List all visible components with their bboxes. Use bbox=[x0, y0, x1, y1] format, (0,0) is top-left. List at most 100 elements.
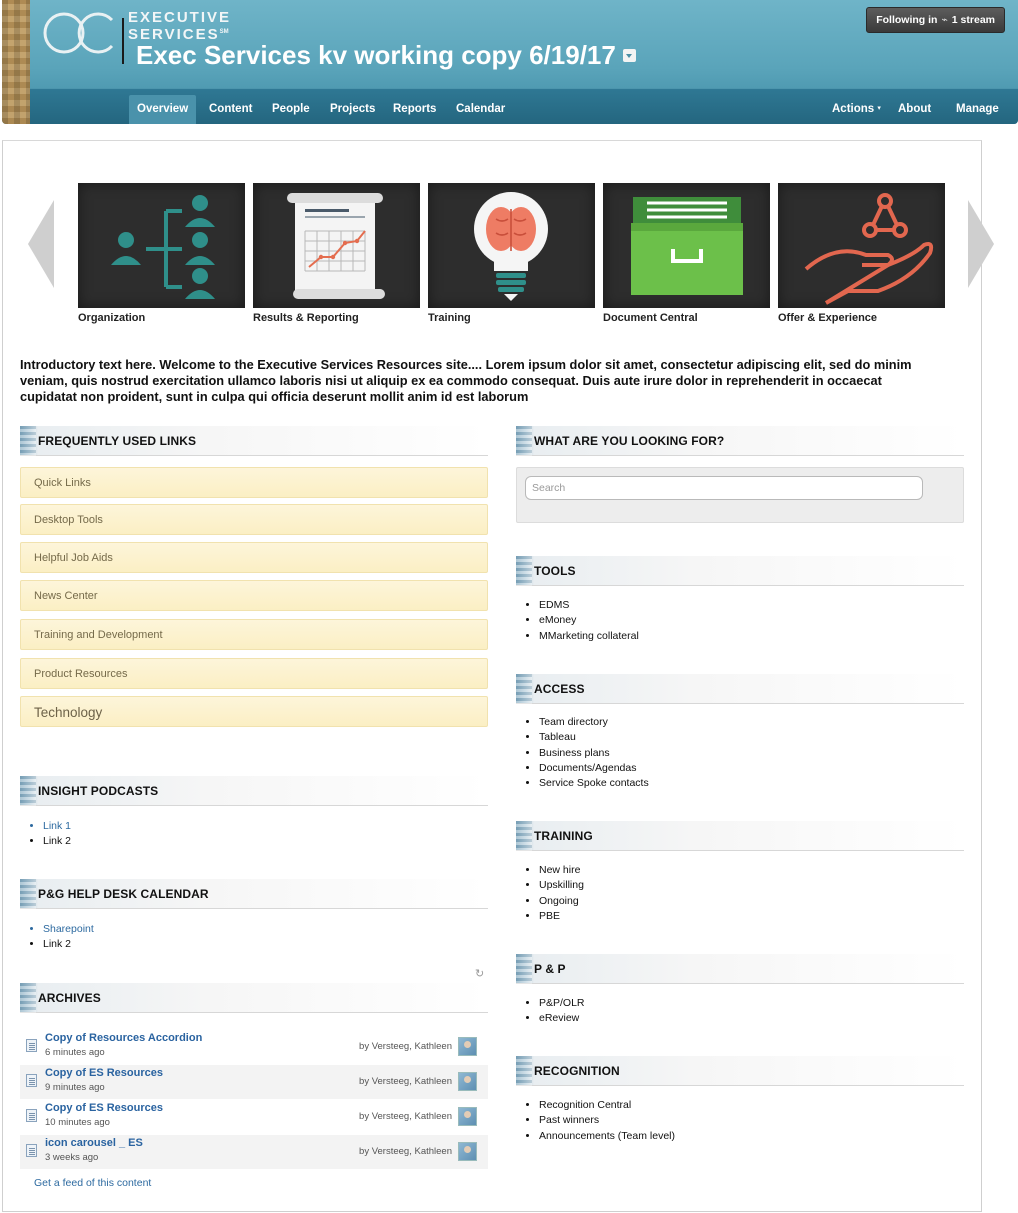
archive-time: 3 weeks ago bbox=[45, 1152, 99, 1163]
pp-item-olr[interactable]: P&P/OLR bbox=[539, 996, 585, 1011]
accordion-news-center[interactable]: News Center bbox=[20, 580, 488, 611]
search-panel bbox=[516, 467, 964, 523]
avatar[interactable] bbox=[458, 1142, 477, 1161]
carousel-label-offer[interactable]: Offer & Experience bbox=[778, 312, 877, 324]
accordion-quick-links[interactable]: Quick Links bbox=[20, 467, 488, 498]
nav-projects[interactable]: Projects bbox=[322, 95, 383, 124]
section-header-search: WHAT ARE YOU LOOKING FOR? bbox=[516, 426, 964, 456]
avatar[interactable] bbox=[458, 1107, 477, 1126]
site-title: Exec Services kv working copy 6/19/17 bbox=[136, 40, 636, 71]
tools-item-emoney[interactable]: eMoney bbox=[539, 613, 639, 628]
training-list: New hire Upskilling Ongoing PBE bbox=[516, 863, 584, 924]
archive-author: by Versteeg, Kathleen bbox=[359, 1146, 452, 1157]
nav-about[interactable]: About bbox=[890, 95, 939, 124]
access-item-business-plans[interactable]: Business plans bbox=[539, 746, 649, 761]
nav-overview[interactable]: Overview bbox=[129, 95, 197, 124]
carousel-label-organization[interactable]: Organization bbox=[78, 312, 145, 324]
access-item-documents[interactable]: Documents/Agendas bbox=[539, 761, 649, 776]
recognition-list: Recognition Central Past winners Announc… bbox=[516, 1098, 675, 1144]
document-icon bbox=[26, 1109, 37, 1122]
logo-divider bbox=[122, 18, 124, 64]
section-header-archives: ARCHIVES bbox=[20, 983, 488, 1013]
training-item-ongoing[interactable]: Ongoing bbox=[539, 894, 584, 909]
archive-title[interactable]: Copy of Resources Accordion bbox=[45, 1032, 202, 1044]
podcast-link-2[interactable]: Link 2 bbox=[43, 834, 71, 849]
main-nav: Overview Content People Projects Reports… bbox=[30, 88, 1018, 124]
podcast-link-1[interactable]: Link 1 bbox=[43, 819, 71, 834]
document-icon bbox=[26, 1074, 37, 1087]
training-item-upskilling[interactable]: Upskilling bbox=[539, 878, 584, 893]
training-item-new-hire[interactable]: New hire bbox=[539, 863, 584, 878]
archive-row[interactable]: icon carousel _ ES 3 weeks ago by Verste… bbox=[20, 1135, 488, 1169]
accordion-technology[interactable]: Technology bbox=[20, 696, 488, 727]
section-header-tools: TOOLS bbox=[516, 556, 964, 586]
nav-people[interactable]: People bbox=[264, 95, 318, 124]
report-chart-icon bbox=[287, 193, 385, 299]
archive-row[interactable]: Copy of ES Resources 10 minutes ago by V… bbox=[20, 1100, 488, 1134]
archive-row[interactable]: Copy of ES Resources 9 minutes ago by Ve… bbox=[20, 1065, 488, 1099]
carousel-tile-results[interactable] bbox=[253, 183, 420, 308]
section-header-podcasts: INSIGHT PODCASTS bbox=[20, 776, 488, 806]
carousel-tile-documents[interactable] bbox=[603, 183, 770, 308]
training-item-pbe[interactable]: PBE bbox=[539, 909, 584, 924]
access-item-team-directory[interactable]: Team directory bbox=[539, 715, 649, 730]
access-item-tableau[interactable]: Tableau bbox=[539, 730, 649, 745]
recognition-item-announcements[interactable]: Announcements (Team level) bbox=[539, 1129, 675, 1144]
avatar[interactable] bbox=[458, 1037, 477, 1056]
access-item-service-spoke[interactable]: Service Spoke contacts bbox=[539, 776, 649, 791]
nav-actions[interactable]: Actions ▾ bbox=[824, 95, 889, 124]
oc-logo-icon bbox=[43, 12, 114, 54]
accordion-helpful-job-aids[interactable]: Helpful Job Aids bbox=[20, 542, 488, 573]
caret-down-icon: ▾ bbox=[877, 105, 881, 112]
tools-list: EDMS eMoney MMarketing collateral bbox=[516, 598, 639, 644]
nav-reports[interactable]: Reports bbox=[385, 95, 444, 124]
file-drawer-icon bbox=[631, 197, 743, 295]
avatar[interactable] bbox=[458, 1072, 477, 1091]
accordion-desktop-tools[interactable]: Desktop Tools bbox=[20, 504, 488, 535]
document-icon bbox=[26, 1039, 37, 1052]
podcasts-list: Link 1 Link 2 bbox=[20, 819, 71, 850]
activity-pulse-icon: ⌁ bbox=[941, 14, 948, 26]
calendar-link-2[interactable]: Link 2 bbox=[43, 937, 94, 952]
pp-item-ereview[interactable]: eReview bbox=[539, 1011, 585, 1026]
nav-calendar[interactable]: Calendar bbox=[448, 95, 513, 124]
carousel-label-documents[interactable]: Document Central bbox=[603, 312, 698, 324]
archive-time: 9 minutes ago bbox=[45, 1082, 105, 1093]
pp-list: P&P/OLR eReview bbox=[516, 996, 585, 1027]
archive-row[interactable]: Copy of Resources Accordion 6 minutes ag… bbox=[20, 1030, 488, 1064]
carousel-tile-offer[interactable] bbox=[778, 183, 945, 308]
nav-manage[interactable]: Manage bbox=[948, 95, 1007, 124]
calendar-link-sharepoint[interactable]: Sharepoint bbox=[43, 922, 94, 937]
archive-title[interactable]: icon carousel _ ES bbox=[45, 1137, 143, 1149]
archive-time: 6 minutes ago bbox=[45, 1047, 105, 1058]
carousel-tile-training[interactable] bbox=[428, 183, 595, 308]
site-header: EXECUTIVE SERVICESSM Exec Services kv wo… bbox=[2, 0, 1018, 124]
accordion-product-resources[interactable]: Product Resources bbox=[20, 658, 488, 689]
archive-time: 10 minutes ago bbox=[45, 1117, 110, 1128]
recognition-item-central[interactable]: Recognition Central bbox=[539, 1098, 675, 1113]
refresh-icon[interactable]: ↻ bbox=[475, 967, 484, 980]
search-input[interactable] bbox=[525, 476, 923, 500]
archive-title[interactable]: Copy of ES Resources bbox=[45, 1067, 163, 1079]
following-button[interactable]: Following in ⌁ 1 stream bbox=[866, 7, 1005, 33]
accordion-training-development[interactable]: Training and Development bbox=[20, 619, 488, 650]
archive-author: by Versteeg, Kathleen bbox=[359, 1111, 452, 1122]
section-header-pp: P & P bbox=[516, 954, 964, 984]
org-chart-icon bbox=[111, 195, 215, 299]
carousel-label-training[interactable]: Training bbox=[428, 312, 471, 324]
section-header-help-desk-calendar: P&G HELP DESK CALENDAR bbox=[20, 879, 488, 909]
carousel-tile-organization[interactable] bbox=[78, 183, 245, 308]
carousel-label-results[interactable]: Results & Reporting bbox=[253, 312, 359, 324]
nav-content[interactable]: Content bbox=[201, 95, 260, 124]
tools-item-marketing[interactable]: MMarketing collateral bbox=[539, 629, 639, 644]
carousel-next-arrow-icon[interactable] bbox=[968, 200, 994, 288]
document-icon bbox=[26, 1144, 37, 1157]
title-dropdown-icon[interactable] bbox=[622, 48, 636, 62]
archive-title[interactable]: Copy of ES Resources bbox=[45, 1102, 163, 1114]
tools-item-edms[interactable]: EDMS bbox=[539, 598, 639, 613]
carousel-prev-arrow-icon[interactable] bbox=[28, 200, 54, 288]
section-header-recognition: RECOGNITION bbox=[516, 1056, 964, 1086]
feed-link[interactable]: Get a feed of this content bbox=[34, 1177, 151, 1189]
recognition-item-past-winners[interactable]: Past winners bbox=[539, 1113, 675, 1128]
calendar-list: Sharepoint Link 2 bbox=[20, 922, 94, 953]
